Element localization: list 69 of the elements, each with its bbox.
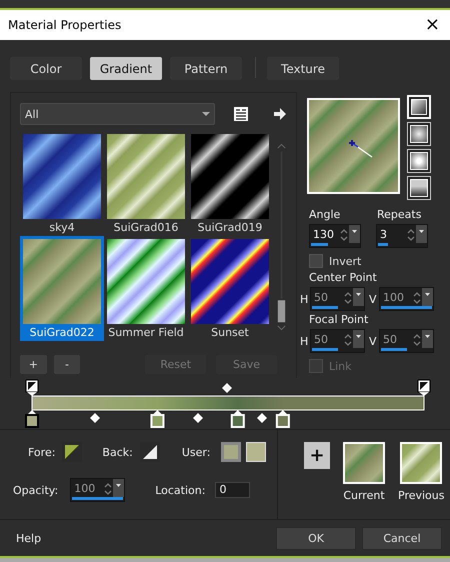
caret-icon xyxy=(202,112,210,116)
dialog-button[interactable]: OK xyxy=(276,526,356,550)
gradient-tile[interactable]: sky4 xyxy=(20,131,104,236)
field-label: Angle xyxy=(309,208,342,221)
arrow-right-icon[interactable] xyxy=(273,107,287,121)
repeats-field[interactable]: 3 xyxy=(376,224,428,248)
checkbox-label: Link xyxy=(329,360,352,372)
gradient-name: sky4 xyxy=(49,220,75,236)
gradient-name: SuiGrad016 xyxy=(114,220,178,236)
tab[interactable]: Texture xyxy=(267,57,339,80)
checkbox-label: Invert xyxy=(329,254,362,268)
gradient-name: Sunset xyxy=(211,325,249,341)
remove-button[interactable]: - xyxy=(54,355,80,374)
gradient-tile[interactable]: SuiGrad019 xyxy=(188,131,272,236)
gradient-tile[interactable]: SuiGrad016 xyxy=(104,131,188,236)
midpoint-handle[interactable] xyxy=(222,383,232,393)
field-label: Fore: xyxy=(28,446,56,458)
color-stop-handle[interactable] xyxy=(150,410,164,428)
category-dropdown[interactable]: All xyxy=(20,103,215,125)
field-label: Location: xyxy=(155,484,206,496)
gradient-tile[interactable]: Summer Field xyxy=(104,236,188,341)
field-label: Repeats xyxy=(377,208,422,221)
spin-arrows-icon[interactable] xyxy=(406,227,416,243)
gradient-tile[interactable]: SuiGrad022 xyxy=(20,236,104,341)
add-swatch-button[interactable]: + xyxy=(304,442,330,469)
field-label: Opacity: xyxy=(13,484,58,496)
close-button[interactable]: × xyxy=(424,16,440,34)
tab[interactable]: Pattern xyxy=(170,57,242,80)
opacity-stop-handle[interactable] xyxy=(26,380,38,396)
angle-field[interactable]: 130 xyxy=(309,224,361,248)
add-button[interactable]: + xyxy=(20,355,47,374)
gradient-preview[interactable] xyxy=(307,98,400,194)
axis-label: V xyxy=(369,292,378,306)
color-stop-handle[interactable] xyxy=(276,410,290,428)
user-color-swatch[interactable] xyxy=(221,442,242,462)
section-label: Focal Point xyxy=(309,313,370,326)
help-link[interactable]: Help xyxy=(16,532,270,544)
list-view-icon[interactable] xyxy=(233,106,249,122)
midpoint-handle[interactable] xyxy=(90,413,100,423)
gradient-name: SuiGrad022 xyxy=(30,325,94,341)
tab[interactable]: Gradient xyxy=(90,57,162,80)
axis-label: H xyxy=(300,292,310,306)
tab[interactable]: Color xyxy=(10,57,82,80)
gradient-name: Summer Field xyxy=(108,325,184,341)
window-title: Material Properties xyxy=(8,18,122,32)
gradient-swatch[interactable] xyxy=(400,442,442,484)
midpoint-handle[interactable] xyxy=(193,413,203,423)
gradient-bar[interactable] xyxy=(32,396,424,410)
section-label: Center Point xyxy=(309,271,378,284)
location-field[interactable]: 0 xyxy=(215,482,250,498)
axis-label: H xyxy=(300,334,310,348)
checkbox[interactable] xyxy=(309,254,323,268)
style-button[interactable] xyxy=(407,176,431,200)
color-stop-handle[interactable] xyxy=(25,410,39,428)
midpoint-handle[interactable] xyxy=(257,413,267,423)
style-button[interactable] xyxy=(407,149,431,173)
field-label: User: xyxy=(182,446,210,458)
swatch-label: Previous xyxy=(398,489,444,502)
dialog-button[interactable]: Cancel xyxy=(362,526,442,550)
spin-arrows-icon[interactable] xyxy=(339,227,349,243)
gradient-tile[interactable]: Sunset xyxy=(188,236,272,341)
gradient-name: SuiGrad019 xyxy=(198,220,262,236)
field-label: Back: xyxy=(102,446,133,458)
swatch-label: Current xyxy=(343,489,385,502)
gradient-swatch[interactable] xyxy=(343,442,385,484)
style-button[interactable] xyxy=(407,122,431,146)
opacity-stop-handle[interactable] xyxy=(418,380,430,396)
color-stop-handle[interactable] xyxy=(230,410,245,428)
axis-label: V xyxy=(369,334,378,348)
